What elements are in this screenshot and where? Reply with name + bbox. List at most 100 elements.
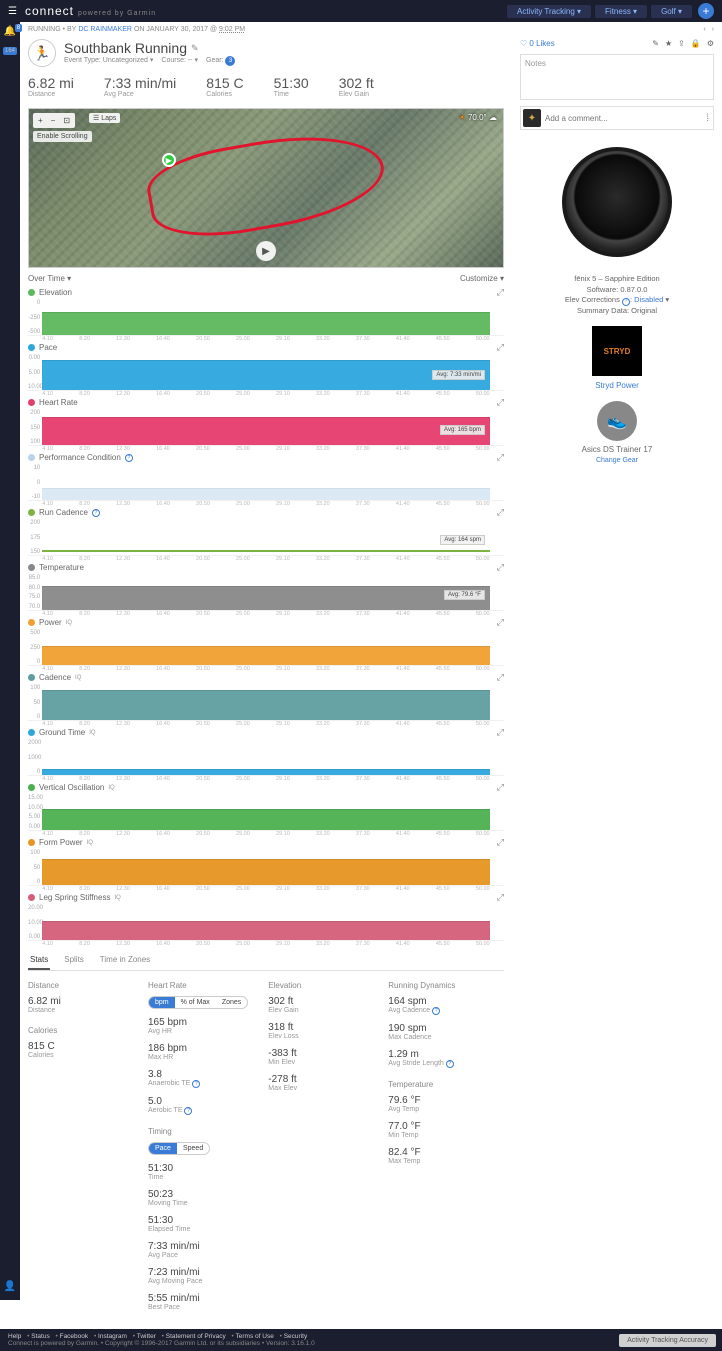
footer-link[interactable]: Terms of Use bbox=[236, 1333, 274, 1340]
chart-label: Run Cadence bbox=[39, 508, 88, 517]
chart-expand-icon[interactable]: ⤢ bbox=[497, 452, 504, 463]
chart-label: Temperature bbox=[39, 563, 84, 572]
nav-fitness[interactable]: Fitness ▾ bbox=[595, 5, 647, 18]
chart-canvas[interactable]: 100-10 4.108.2012.3016.4020.5025.0029.10… bbox=[28, 465, 504, 501]
chart-expand-icon[interactable]: ⤢ bbox=[497, 397, 504, 408]
elev-corrections-link[interactable]: : Disabled bbox=[630, 295, 663, 304]
footer-link[interactable]: Twitter bbox=[137, 1333, 156, 1340]
footer-link[interactable]: Instagram bbox=[98, 1333, 127, 1340]
chart-temperature: Temperature ⤢ 85.080.075.070.0 Avg: 79.6… bbox=[28, 560, 504, 611]
chart-mode-toggle[interactable]: Over Time ▾ bbox=[28, 274, 71, 283]
notifications-icon[interactable]: 🔔8 bbox=[4, 26, 16, 37]
chart-canvas[interactable]: 20.0010.000.00 4.108.2012.3016.4020.5025… bbox=[28, 905, 504, 941]
activity-map[interactable]: +−⊡ ☰ Laps Enable Scrolling ☀ 70.0° ☁ ▶ … bbox=[28, 108, 504, 268]
stats-tabs: Stats Splits Time in Zones bbox=[28, 951, 504, 971]
activity-title[interactable]: Southbank Running ✎ bbox=[64, 40, 235, 56]
nav-user-icon[interactable]: 👤 bbox=[4, 1281, 16, 1292]
like-button[interactable]: ♡ 0 Likes bbox=[520, 39, 555, 48]
chart-canvas[interactable]: 0-250-500 4.108.2012.3016.4020.5025.0029… bbox=[28, 300, 504, 336]
chart-expand-icon[interactable]: ⤢ bbox=[497, 342, 504, 353]
summary-stat: 7:33 min/miAvg Pace bbox=[104, 75, 176, 98]
activity-type-icon: 🏃 bbox=[28, 39, 56, 67]
lock-icon[interactable]: 🔒 bbox=[691, 39, 701, 48]
chart-elevation: Elevation ⤢ 0-250-500 4.108.2012.3016.40… bbox=[28, 285, 504, 336]
edit-icon[interactable]: ✎ bbox=[652, 39, 659, 48]
brand-logo: connectpowered by Garmin bbox=[25, 4, 156, 18]
map-play-button[interactable]: ▶ bbox=[256, 241, 276, 261]
messages-icon[interactable]: 164 bbox=[3, 47, 17, 55]
left-nav: 🔔8 164 👤 bbox=[0, 22, 20, 1300]
chart-vertical oscillation: Vertical Oscillation IQ ⤢ 15.0010.005.00… bbox=[28, 780, 504, 831]
device-image bbox=[557, 142, 677, 262]
chart-color-dot bbox=[28, 839, 35, 846]
chart-canvas[interactable]: 5002500 4.108.2012.3016.4020.5025.0029.1… bbox=[28, 630, 504, 666]
chart-canvas[interactable]: 85.080.075.070.0 Avg: 79.6 °F 4.108.2012… bbox=[28, 575, 504, 611]
chart-customize[interactable]: Customize ▾ bbox=[460, 274, 504, 283]
menu-icon[interactable]: ☰ bbox=[8, 6, 17, 17]
edit-icon[interactable]: ✎ bbox=[191, 43, 199, 54]
chart-canvas[interactable]: 100500 4.108.2012.3016.4020.5025.0029.10… bbox=[28, 685, 504, 721]
chart-canvas[interactable]: 15.0010.005.000.00 4.108.2012.3016.4020.… bbox=[28, 795, 504, 831]
user-avatar-icon: ✦ bbox=[523, 109, 541, 127]
stats-col-dynamics-temp: Running Dynamics 164 spmAvg Cadence ?190… bbox=[388, 981, 488, 1319]
tab-splits[interactable]: Splits bbox=[62, 951, 86, 970]
chart-leg spring stiffness: Leg Spring Stiffness IQ ⤢ 20.0010.000.00… bbox=[28, 890, 504, 941]
chart-pace: Pace ⤢ 0.005.0010.00 Avg: 7:33 min/mi 4.… bbox=[28, 340, 504, 391]
gear-shoe-icon: 👟 bbox=[597, 401, 637, 441]
chart-expand-icon[interactable]: ⤢ bbox=[497, 562, 504, 573]
chart-expand-icon[interactable]: ⤢ bbox=[497, 837, 504, 848]
add-button[interactable]: + bbox=[698, 3, 714, 19]
map-zoom-controls[interactable]: +−⊡ bbox=[33, 113, 75, 128]
summary-stat: 51:30Time bbox=[274, 75, 309, 98]
next-activity-icon[interactable]: › bbox=[712, 26, 714, 33]
chart-canvas[interactable]: 200010000 4.108.2012.3016.4020.5025.0029… bbox=[28, 740, 504, 776]
timing-pills[interactable]: PaceSpeed bbox=[148, 1142, 210, 1155]
chart-expand-icon[interactable]: ⤢ bbox=[497, 892, 504, 903]
tab-stats[interactable]: Stats bbox=[28, 951, 50, 970]
footer-link[interactable]: Status bbox=[31, 1333, 49, 1340]
chart-expand-icon[interactable]: ⤢ bbox=[497, 782, 504, 793]
share-icon[interactable]: ⇪ bbox=[678, 39, 685, 48]
map-laps-toggle[interactable]: ☰ Laps bbox=[89, 113, 120, 123]
chart-expand-icon[interactable]: ⤢ bbox=[497, 287, 504, 298]
footer-link[interactable]: Security bbox=[284, 1333, 307, 1340]
chart-canvas[interactable]: 100500 4.108.2012.3016.4020.5025.0029.10… bbox=[28, 850, 504, 886]
map-enable-scrolling[interactable]: Enable Scrolling bbox=[33, 131, 92, 142]
chart-power: Power IQ ⤢ 5002500 4.108.2012.3016.4020.… bbox=[28, 615, 504, 666]
chart-expand-icon[interactable]: ⤢ bbox=[497, 672, 504, 683]
chart-canvas[interactable]: 200150100 Avg: 165 bpm 4.108.2012.3016.4… bbox=[28, 410, 504, 446]
footer-link[interactable]: Help bbox=[8, 1333, 21, 1340]
chart-run cadence: Run Cadence ? ⤢ 200175150 Avg: 164 spm 4… bbox=[28, 505, 504, 556]
chart-canvas[interactable]: 200175150 Avg: 164 spm 4.108.2012.3016.4… bbox=[28, 520, 504, 556]
comment-input[interactable] bbox=[545, 114, 700, 123]
hr-pills[interactable]: bpm% of MaxZones bbox=[148, 996, 248, 1009]
footer-link[interactable]: Facebook bbox=[60, 1333, 89, 1340]
breadcrumb: RUNNING • BY DC RAINMAKER ON JANUARY 30,… bbox=[20, 22, 722, 37]
chart-color-dot bbox=[28, 399, 35, 406]
chart-form power: Form Power IQ ⤢ 100500 4.108.2012.3016.4… bbox=[28, 835, 504, 886]
footer-link[interactable]: Statement of Privacy bbox=[166, 1333, 226, 1340]
favorite-icon[interactable]: ★ bbox=[665, 39, 672, 48]
nav-golf[interactable]: Golf ▾ bbox=[651, 5, 692, 18]
device-info: fēnix 5 – Sapphire Edition Software: 0.8… bbox=[520, 274, 714, 316]
author-link[interactable]: DC RAINMAKER bbox=[78, 26, 132, 33]
chart-ground time: Ground Time IQ ⤢ 200010000 4.108.2012.30… bbox=[28, 725, 504, 776]
chart-canvas[interactable]: 0.005.0010.00 Avg: 7:33 min/mi 4.108.201… bbox=[28, 355, 504, 391]
prev-activity-icon[interactable]: ‹ bbox=[703, 26, 705, 33]
nav-activity-tracking[interactable]: Activity Tracking ▾ bbox=[507, 5, 591, 18]
chart-expand-icon[interactable]: ⤢ bbox=[497, 727, 504, 738]
accuracy-button[interactable]: Activity Tracking Accuracy bbox=[619, 1334, 716, 1347]
chart-label: Heart Rate bbox=[39, 398, 78, 407]
chart-label: Performance Condition bbox=[39, 453, 121, 462]
footer: Help • Status • Facebook • Instagram • T… bbox=[0, 1329, 722, 1351]
settings-icon[interactable]: ⚙ bbox=[707, 39, 714, 48]
chart-expand-icon[interactable]: ⤢ bbox=[497, 507, 504, 518]
stryd-link[interactable]: Stryd Power bbox=[595, 381, 639, 390]
chart-expand-icon[interactable]: ⤢ bbox=[497, 617, 504, 628]
chart-color-dot bbox=[28, 619, 35, 626]
chart-color-dot bbox=[28, 784, 35, 791]
change-gear-link[interactable]: Change Gear bbox=[596, 457, 638, 464]
tab-zones[interactable]: Time in Zones bbox=[98, 951, 152, 970]
comment-expand-icon[interactable]: ⁞ bbox=[704, 113, 711, 124]
notes-field[interactable]: Notes bbox=[520, 54, 714, 100]
